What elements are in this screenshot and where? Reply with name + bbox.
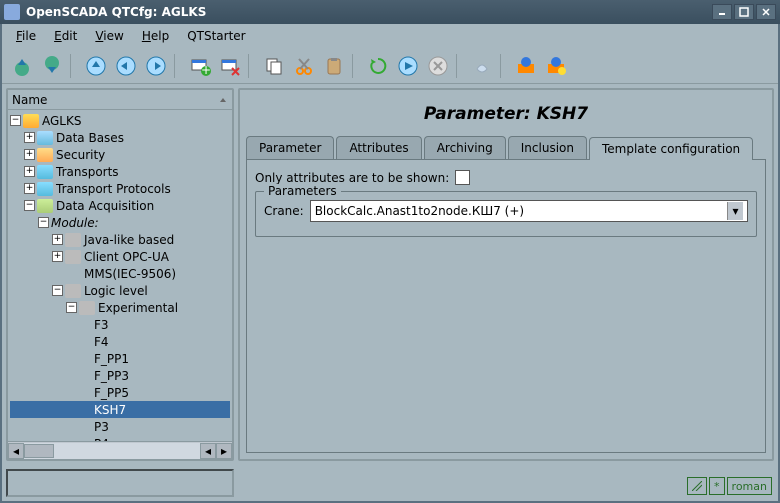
up-icon[interactable] — [82, 52, 110, 80]
status-resize[interactable] — [687, 477, 707, 495]
tree-item-ksh7: KSH7 — [10, 401, 230, 418]
stop-icon[interactable] — [424, 52, 452, 80]
copy-icon[interactable] — [260, 52, 288, 80]
tree-item-p3: P3 — [10, 418, 230, 435]
window-title: OpenSCADA QTCfg: AGLKS — [26, 5, 710, 19]
forward-icon[interactable] — [142, 52, 170, 80]
parameters-fieldset: Parameters Crane: BlockCalc.Anast1to2nod… — [255, 191, 757, 237]
scroll-right-icon[interactable]: ◂ — [200, 443, 216, 459]
menu-view[interactable]: View — [87, 27, 131, 45]
bottom-area: * roman — [2, 465, 778, 501]
add-item-icon[interactable]: + — [186, 52, 214, 80]
delete-item-icon[interactable] — [216, 52, 244, 80]
refresh-icon[interactable] — [364, 52, 392, 80]
tree-item-client-opc-ua: +Client OPC-UA — [10, 248, 230, 265]
tree-item-fpp1: F_PP1 — [10, 350, 230, 367]
run-icon[interactable] — [394, 52, 422, 80]
tree-item-fpp5: F_PP5 — [10, 384, 230, 401]
menu-help[interactable]: Help — [134, 27, 177, 45]
titlebar: OpenSCADA QTCfg: AGLKS — [0, 0, 780, 24]
menu-qtstarter[interactable]: QTStarter — [179, 27, 253, 45]
tree-item-f3: F3 — [10, 316, 230, 333]
status-indicator: * — [709, 477, 725, 495]
tree-item-module: −Module: — [10, 214, 230, 231]
tree-item-security: +Security — [10, 146, 230, 163]
config-icon[interactable] — [512, 52, 540, 80]
svg-text:+: + — [201, 63, 211, 77]
tab-inclusion[interactable]: Inclusion — [508, 136, 587, 159]
tab-template-configuration[interactable]: Template configuration — [589, 137, 753, 160]
content-panel: Parameter: KSH7 Parameter Attributes Arc… — [238, 88, 774, 461]
tree[interactable]: −AGLKS +Data Bases +Security +Transports… — [8, 110, 232, 441]
cut-icon[interactable] — [290, 52, 318, 80]
tree-root: −AGLKS — [10, 112, 230, 129]
maximize-button[interactable] — [734, 4, 754, 20]
config2-icon[interactable] — [542, 52, 570, 80]
tree-header[interactable]: Name — [8, 90, 232, 110]
tree-item-java-like: +Java-like based — [10, 231, 230, 248]
crane-label: Crane: — [264, 204, 304, 218]
paste-icon[interactable] — [320, 52, 348, 80]
chevron-down-icon[interactable]: ▾ — [727, 202, 743, 220]
app-icon — [4, 4, 20, 20]
menu-file[interactable]: File — [8, 27, 44, 45]
menu-edit[interactable]: Edit — [46, 27, 85, 45]
menubar: File Edit View Help QTStarter — [2, 24, 778, 48]
tab-attributes[interactable]: Attributes — [336, 136, 421, 159]
close-button[interactable] — [756, 4, 776, 20]
cleanup-icon[interactable] — [468, 52, 496, 80]
status-user[interactable]: roman — [727, 477, 772, 495]
page-title: Parameter: KSH7 — [246, 96, 766, 136]
scroll-right2-icon[interactable]: ▸ — [216, 443, 232, 459]
tree-item-transports: +Transports — [10, 163, 230, 180]
load-icon[interactable] — [8, 52, 36, 80]
minimize-button[interactable] — [712, 4, 732, 20]
crane-combobox[interactable]: BlockCalc.Anast1to2node.КШ7 (+) ▾ — [310, 200, 748, 222]
tree-panel: Name −AGLKS +Data Bases +Security +Trans… — [6, 88, 234, 461]
tree-item-f4: F4 — [10, 333, 230, 350]
tree-item-transport-protocols: +Transport Protocols — [10, 180, 230, 197]
tab-parameter[interactable]: Parameter — [246, 136, 334, 159]
crane-value: BlockCalc.Anast1to2node.КШ7 (+) — [315, 204, 727, 218]
only-attributes-checkbox[interactable] — [455, 170, 470, 185]
tab-archiving[interactable]: Archiving — [424, 136, 506, 159]
tree-header-label: Name — [12, 93, 218, 107]
tree-item-mms: MMS(IEC-9506) — [10, 265, 230, 282]
tab-content: Only attributes are to be shown: Paramet… — [246, 160, 766, 453]
tree-item-databases: +Data Bases — [10, 129, 230, 146]
toolbar: + — [2, 48, 778, 84]
tree-item-logic-level: −Logic level — [10, 282, 230, 299]
sort-indicator-icon — [218, 95, 228, 105]
horizontal-scrollbar[interactable]: ◂ ◂ ▸ — [8, 441, 232, 459]
tree-item-experimental: −Experimental — [10, 299, 230, 316]
scroll-left-icon[interactable]: ◂ — [8, 443, 24, 459]
tree-item-p4: P4 — [10, 435, 230, 441]
tree-item-fpp3: F_PP3 — [10, 367, 230, 384]
tabs: Parameter Attributes Archiving Inclusion… — [246, 136, 766, 160]
save-icon[interactable] — [38, 52, 66, 80]
tree-item-data-acquisition: −Data Acquisition — [10, 197, 230, 214]
message-area — [6, 469, 234, 497]
only-attributes-label: Only attributes are to be shown: — [255, 171, 449, 185]
parameters-legend: Parameters — [264, 184, 341, 198]
back-icon[interactable] — [112, 52, 140, 80]
